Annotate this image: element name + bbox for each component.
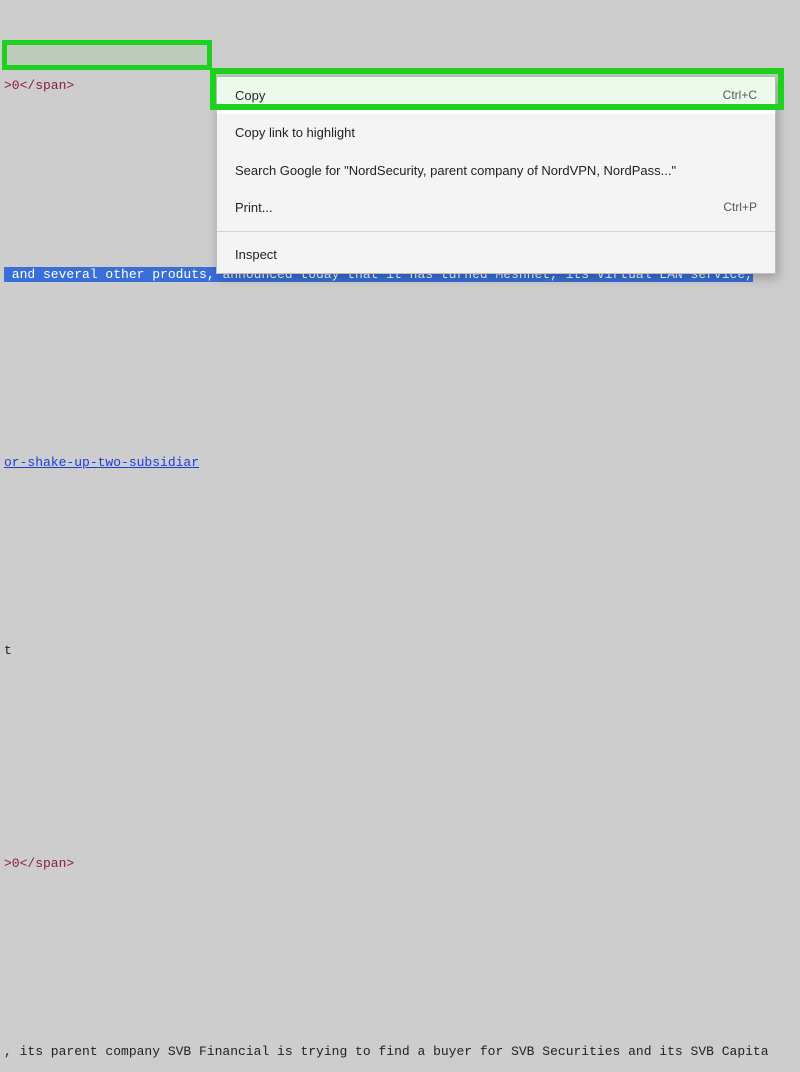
code-line: >0</span> xyxy=(0,852,800,876)
menu-label: Copy xyxy=(235,84,265,107)
menu-shortcut: Ctrl+P xyxy=(723,197,757,219)
context-menu: Copy Ctrl+C Copy link to highlight Searc… xyxy=(216,76,776,274)
menu-item-inspect[interactable]: Inspect xyxy=(217,236,775,273)
blank-line xyxy=(0,545,800,569)
selected-text[interactable]: and several other produ xyxy=(4,267,191,282)
menu-shortcut: Ctrl+C xyxy=(723,85,757,107)
menu-item-copy[interactable]: Copy Ctrl+C xyxy=(217,77,775,114)
menu-label: Search Google for "NordSecurity, parent … xyxy=(235,159,676,182)
code-line: t xyxy=(0,639,800,663)
code-line: or-shake-up-two-subsidiar xyxy=(0,451,800,475)
menu-label: Copy link to highlight xyxy=(235,121,355,144)
blank-line xyxy=(0,357,800,381)
blank-line xyxy=(0,733,800,781)
blank-line xyxy=(0,946,800,970)
menu-label: Print... xyxy=(235,196,273,219)
url-fragment[interactable]: or-shake-up-two-subsidiar xyxy=(4,455,199,470)
menu-item-search-google[interactable]: Search Google for "NordSecurity, parent … xyxy=(217,152,775,189)
span-close: >0</span> xyxy=(4,78,74,93)
menu-item-print[interactable]: Print... Ctrl+P xyxy=(217,189,775,226)
menu-label: Inspect xyxy=(235,243,277,266)
menu-separator xyxy=(217,231,775,232)
span-close: >0</span> xyxy=(4,856,74,871)
code-line: , its parent company SVB Financial is tr… xyxy=(0,1040,800,1064)
menu-item-copy-link-highlight[interactable]: Copy link to highlight xyxy=(217,114,775,151)
